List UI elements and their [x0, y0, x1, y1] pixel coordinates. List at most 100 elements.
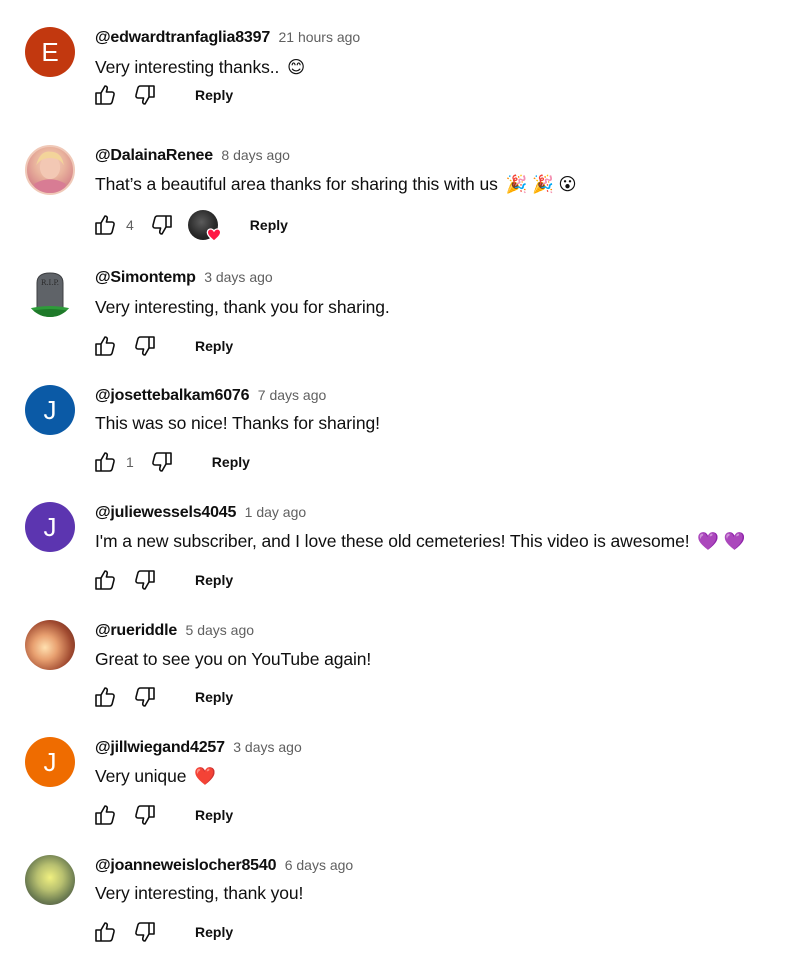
- avatar[interactable]: J: [25, 502, 75, 552]
- reply-button[interactable]: Reply: [187, 685, 241, 709]
- thumbs-down-icon: [135, 687, 155, 707]
- comment-thread: J @juliewessels4045 1 day ago I'm a new …: [0, 502, 795, 612]
- comment-text: Very interesting thanks.. 😊: [95, 57, 305, 78]
- thumbs-up-icon: [95, 570, 115, 590]
- thumbs-down-icon: [135, 922, 155, 942]
- tombstone-icon: R.I.P.: [27, 272, 73, 317]
- comment-text: That’s a beautiful area thanks for shari…: [95, 174, 577, 195]
- reply-button[interactable]: Reply: [204, 450, 258, 474]
- like-button[interactable]: [93, 83, 117, 107]
- comment-text: Very interesting, thank you for sharing.: [95, 297, 390, 318]
- avatar-letter: J: [43, 747, 57, 777]
- comment-header: @DalainaRenee 8 days ago: [95, 147, 290, 165]
- avatar[interactable]: E: [25, 27, 75, 77]
- like-button[interactable]: [93, 334, 117, 358]
- like-button[interactable]: [93, 213, 117, 237]
- comment-time[interactable]: 6 days ago: [285, 857, 354, 873]
- comment-header: @edwardtranfaglia8397 21 hours ago: [95, 29, 360, 47]
- dislike-button[interactable]: [133, 568, 157, 592]
- comment-body: Very interesting thanks..: [95, 57, 280, 77]
- like-count: 4: [126, 217, 134, 233]
- comment-body: I'm a new subscriber, and I love these o…: [95, 531, 690, 551]
- dislike-button[interactable]: [133, 685, 157, 709]
- avatar[interactable]: J: [25, 737, 75, 787]
- like-button[interactable]: [93, 685, 117, 709]
- comment-time[interactable]: 5 days ago: [186, 622, 255, 638]
- thumbs-down-icon: [135, 805, 155, 825]
- comment-time[interactable]: 1 day ago: [245, 504, 307, 520]
- dislike-button[interactable]: [133, 334, 157, 358]
- reply-button[interactable]: Reply: [187, 83, 241, 107]
- avatar-letter: J: [43, 395, 57, 425]
- avatar[interactable]: [25, 145, 75, 195]
- author-handle[interactable]: @DalainaRenee: [95, 147, 213, 164]
- avatar[interactable]: R.I.P.: [25, 267, 75, 317]
- comment-header: @jillwiegand4257 3 days ago: [95, 739, 302, 757]
- comment-actions: Reply: [93, 803, 241, 827]
- thumbs-down-icon: [135, 336, 155, 356]
- like-button[interactable]: [93, 803, 117, 827]
- reply-button[interactable]: Reply: [187, 568, 241, 592]
- comment-actions: Reply: [93, 685, 241, 709]
- comment-actions: 4 Reply: [93, 210, 296, 242]
- author-handle[interactable]: @josettebalkam6076: [95, 387, 250, 404]
- thumbs-down-icon: [135, 570, 155, 590]
- comment-thread: E @edwardtranfaglia8397 21 hours ago Ver…: [0, 27, 795, 137]
- like-button[interactable]: [93, 920, 117, 944]
- author-handle[interactable]: @juliewessels4045: [95, 504, 236, 521]
- comment-actions: Reply: [93, 334, 241, 358]
- comment-thread: J @jillwiegand4257 3 days ago Very uniqu…: [0, 737, 795, 847]
- thumbs-up-icon: [95, 805, 115, 825]
- comment-body: That’s a beautiful area thanks for shari…: [95, 174, 498, 194]
- comment-time[interactable]: 3 days ago: [233, 739, 302, 755]
- author-handle[interactable]: @jillwiegand4257: [95, 739, 225, 756]
- avatar-photo-icon: [34, 151, 66, 193]
- comment-body: Great to see you on YouTube again!: [95, 649, 372, 669]
- comment-time[interactable]: 3 days ago: [204, 269, 273, 285]
- author-handle[interactable]: @joanneweislocher8540: [95, 857, 276, 874]
- author-handle[interactable]: @rueriddle: [95, 622, 177, 639]
- comment-time[interactable]: 7 days ago: [258, 387, 327, 403]
- comment-text: Very unique ❤️: [95, 766, 216, 787]
- reply-button[interactable]: Reply: [187, 920, 241, 944]
- reply-button[interactable]: Reply: [242, 213, 296, 237]
- heart-icon: [206, 228, 222, 242]
- creator-heart-badge: [187, 210, 222, 242]
- comment-thread: @DalainaRenee 8 days ago That’s a beauti…: [0, 145, 795, 255]
- like-count: 1: [126, 454, 134, 470]
- comment-thread: J @josettebalkam6076 7 days ago This was…: [0, 385, 795, 495]
- dislike-button[interactable]: [150, 213, 174, 237]
- author-handle[interactable]: @edwardtranfaglia8397: [95, 29, 270, 46]
- author-handle[interactable]: @Simontemp: [95, 269, 196, 286]
- like-button[interactable]: [93, 450, 117, 474]
- dislike-button[interactable]: [133, 803, 157, 827]
- comment-actions: Reply: [93, 83, 241, 107]
- avatar[interactable]: [25, 620, 75, 670]
- thumbs-down-icon: [135, 85, 155, 105]
- thumbs-up-icon: [95, 452, 115, 472]
- comment-thread: @rueriddle 5 days ago Great to see you o…: [0, 620, 795, 730]
- comment-body: This was so nice! Thanks for sharing!: [95, 413, 380, 433]
- comment-thread: @joanneweislocher8540 6 days ago Very in…: [0, 855, 795, 965]
- comment-actions: Reply: [93, 920, 241, 944]
- comment-emoji: ❤️: [194, 766, 216, 786]
- thumbs-down-icon: [151, 215, 172, 235]
- reply-button[interactable]: Reply: [187, 803, 241, 827]
- thumbs-up-icon: [95, 215, 115, 235]
- thumbs-up-icon: [95, 336, 115, 356]
- avatar[interactable]: [25, 855, 75, 905]
- comment-body: Very unique: [95, 766, 187, 786]
- dislike-button[interactable]: [133, 83, 157, 107]
- comment-emoji: 💜 💜: [697, 531, 746, 551]
- dislike-button[interactable]: [133, 920, 157, 944]
- comment-time[interactable]: 8 days ago: [221, 147, 290, 163]
- thumbs-down-icon: [151, 452, 172, 472]
- dislike-button[interactable]: [150, 450, 174, 474]
- like-button[interactable]: [93, 568, 117, 592]
- comment-text: I'm a new subscriber, and I love these o…: [95, 531, 746, 552]
- avatar[interactable]: J: [25, 385, 75, 435]
- comment-emoji: 😊: [287, 57, 306, 77]
- comment-time[interactable]: 21 hours ago: [278, 29, 360, 45]
- reply-button[interactable]: Reply: [187, 334, 241, 358]
- thumbs-up-icon: [95, 922, 115, 942]
